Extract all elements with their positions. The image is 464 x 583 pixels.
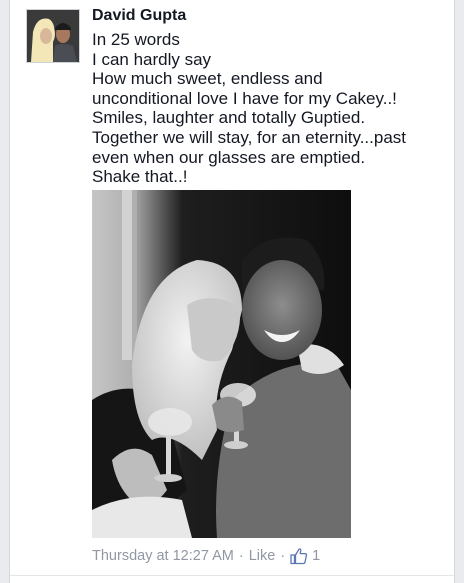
thumbs-up-icon[interactable]	[290, 547, 308, 565]
timestamp[interactable]: Thursday at 12:27 AM	[92, 548, 234, 564]
post-card: David Gupta In 25 words I can hardly say…	[9, 0, 456, 583]
post-meta: Thursday at 12:27 AM · Like · 1	[92, 547, 320, 565]
post-text: In 25 words I can hardly say How much sw…	[92, 30, 452, 187]
avatar-photo	[27, 10, 79, 62]
divider	[10, 575, 456, 576]
like-count[interactable]: 1	[312, 548, 320, 564]
post-photo[interactable]	[92, 190, 351, 538]
post-text-line: Shake that..!	[92, 167, 188, 187]
post-text-line: Together we will stay, for an eternity..…	[92, 127, 407, 147]
author-name[interactable]: David Gupta	[92, 7, 186, 25]
post-text-line: Smiles, laughter and totally Guptied.	[92, 108, 366, 128]
author-avatar[interactable]	[26, 9, 80, 63]
separator-dot: ·	[238, 548, 244, 564]
post-text-line: In 25 words	[92, 30, 180, 49]
post-text-line: unconditional love I have for my Cakey..…	[92, 88, 397, 108]
post-text-line: How much sweet, endless and	[92, 69, 323, 89]
post-text-line: I can hardly say	[92, 49, 212, 69]
photo-image	[92, 190, 351, 538]
separator-dot: ·	[280, 548, 286, 564]
post-text-line: even when our glasses are emptied.	[92, 147, 366, 167]
like-link[interactable]: Like	[249, 548, 276, 564]
